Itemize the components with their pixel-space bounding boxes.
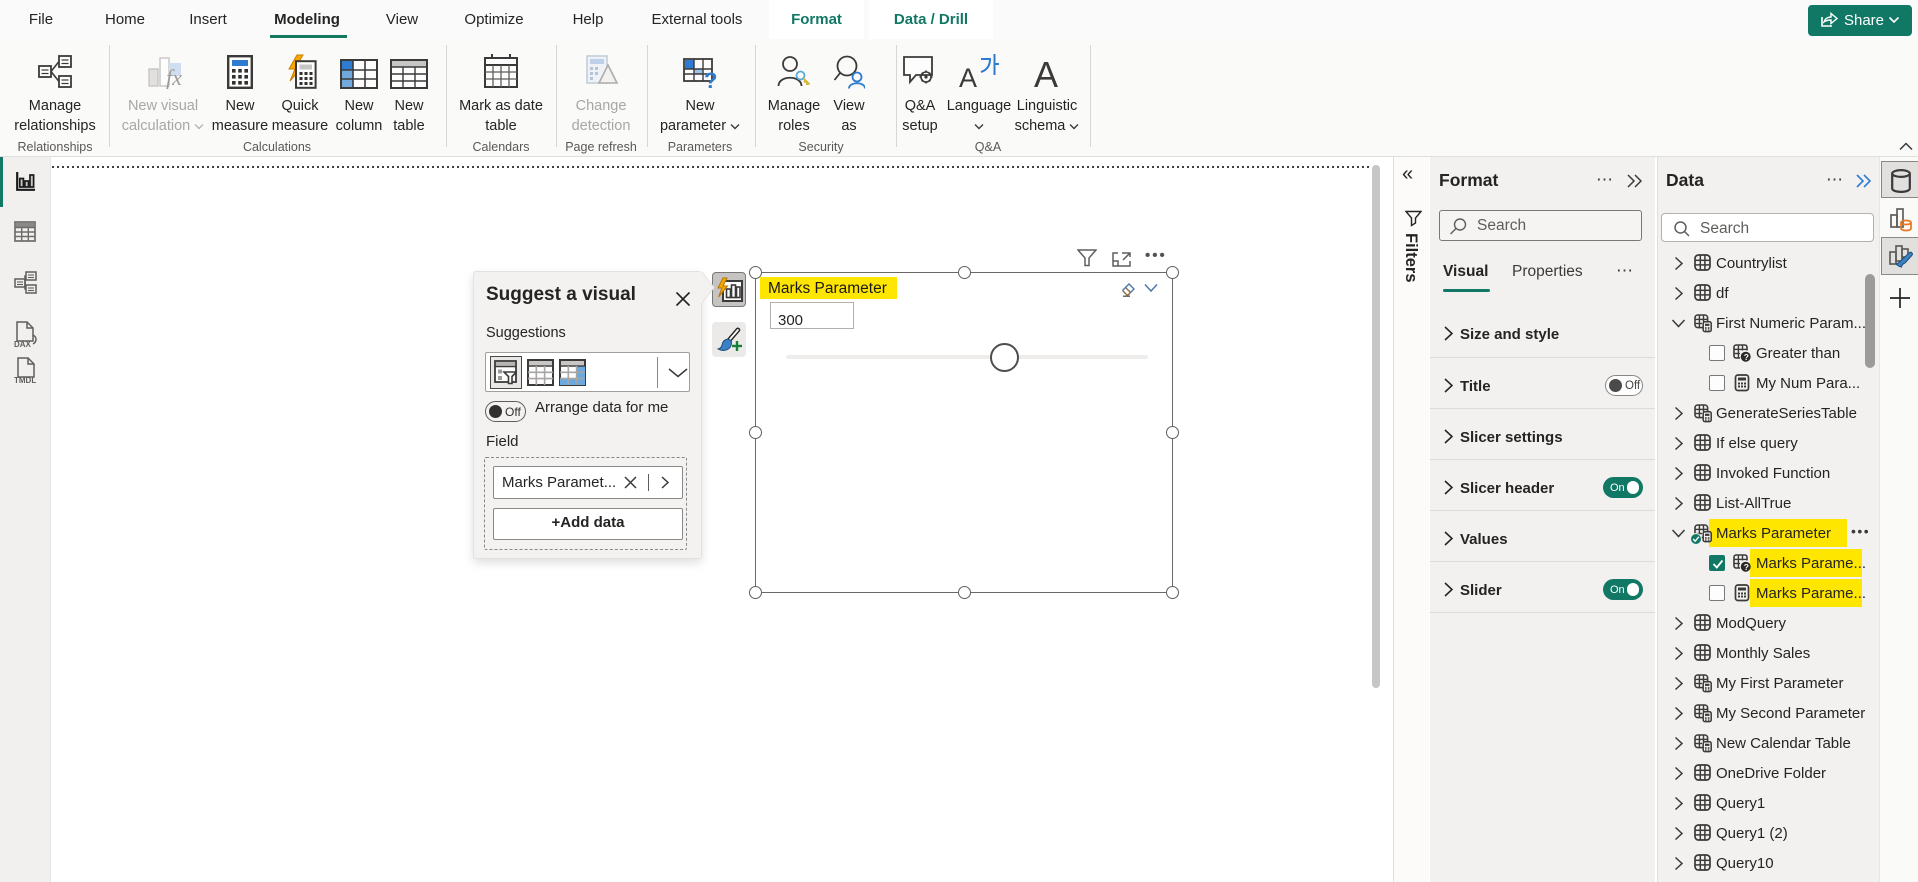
svg-text:?: ? bbox=[704, 68, 717, 89]
svg-text:A: A bbox=[1034, 54, 1058, 89]
svg-text:TMDL: TMDL bbox=[14, 376, 36, 385]
svg-text:A: A bbox=[959, 63, 977, 89]
svg-text:DAX: DAX bbox=[14, 340, 32, 349]
svg-text:fx: fx bbox=[166, 65, 182, 89]
